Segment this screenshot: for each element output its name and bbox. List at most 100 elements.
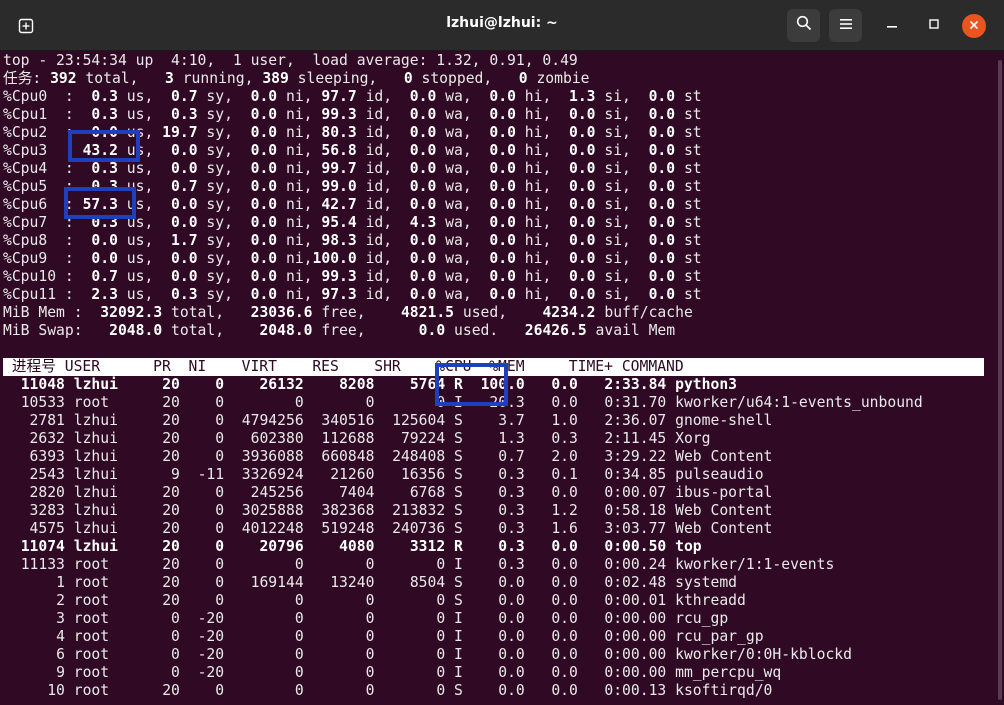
cell-command: ksoftirqd/0: [675, 682, 773, 699]
cell-shr: 213832: [392, 502, 446, 519]
cell-time: 0:00.13: [604, 682, 667, 699]
cell-ni: -11: [197, 466, 225, 483]
cell-time: 0:00.50: [604, 538, 667, 555]
cell-user: root: [73, 394, 110, 411]
cell-mem: 0.0: [551, 538, 578, 555]
cell-res: 13240: [330, 574, 375, 591]
cell-mem: 2.0: [551, 448, 578, 465]
cell-ni: 0: [215, 376, 225, 393]
cell-pr: 0: [171, 664, 180, 681]
cell-cpu: 3.7: [498, 412, 525, 429]
cell-virt: 4012248: [241, 520, 304, 537]
cell-res: 382368: [321, 502, 375, 519]
cell-user: lzhui: [73, 448, 118, 465]
cell-cpu: 0.0: [498, 574, 525, 591]
cell-mem: 0.0: [551, 682, 578, 699]
cell-pr: 20: [162, 682, 180, 699]
cell-res: 8208: [339, 376, 375, 393]
cell-shr: 0: [436, 592, 446, 609]
cell-ni: 0: [215, 574, 225, 591]
cell-pid: 2820: [29, 484, 65, 501]
terminal-window: lzhui@lzhui: ~ top - 23:54:34 up 4:10, 1…: [0, 0, 1004, 705]
cell-time: 0:34.85: [604, 466, 667, 483]
cpu-line: %Cpu7 : 0.3 us, 0.0 sy, 0.0 ni, 95.4 id,…: [3, 214, 702, 231]
cpu-lines: %Cpu0 : 0.3 us, 0.7 sy, 0.0 ni, 97.7 id,…: [3, 88, 993, 304]
cell-mem: 0.0: [551, 628, 578, 645]
cell-command: Web Content: [675, 520, 773, 537]
cell-s: R: [454, 538, 463, 555]
maximize-button[interactable]: [922, 14, 946, 38]
cell-res: 0: [365, 682, 375, 699]
menu-button[interactable]: [829, 9, 862, 42]
cell-virt: 26132: [259, 376, 304, 393]
process-row: 11074 lzhui 20 0 20796 4080 3312 R 0.3 0…: [3, 538, 993, 556]
cell-s: I: [454, 664, 463, 681]
cell-pid: 2543: [29, 466, 65, 483]
cpu-line: %Cpu5 : 0.3 us, 0.7 sy, 0.0 ni, 99.0 id,…: [3, 178, 702, 195]
process-table-body: 11048 lzhui 20 0 26132 8208 5764 R 100.0…: [3, 376, 993, 700]
cell-ni: 0: [215, 484, 225, 501]
cell-mem: 0.0: [551, 664, 578, 681]
cell-time: 0:02.48: [604, 574, 667, 591]
cpu-line: %Cpu6 : 57.3 us, 0.0 sy, 0.0 ni, 42.7 id…: [3, 196, 702, 213]
cell-time: 0:00.24: [604, 556, 667, 573]
cell-shr: 248408: [392, 448, 446, 465]
cell-user: lzhui: [73, 412, 118, 429]
process-row: 2 root 20 0 0 0 0 S 0.0 0.0 0:00.01 kthr…: [3, 592, 993, 610]
cell-res: 0: [365, 664, 375, 681]
cell-user: lzhui: [73, 538, 118, 555]
close-button[interactable]: [962, 14, 986, 38]
cell-command: python3: [675, 376, 738, 393]
cell-mem: 0.0: [551, 574, 578, 591]
cell-command: kworker/0:0H-kblockd: [675, 646, 852, 663]
cell-ni: 0: [215, 520, 225, 537]
cell-pid: 4: [56, 628, 65, 645]
cell-pid: 4575: [29, 520, 65, 537]
cell-command: systemd: [675, 574, 738, 591]
cell-command: top: [675, 538, 702, 555]
cell-s: S: [454, 592, 463, 609]
cell-cpu: 0.3: [498, 502, 525, 519]
cell-time: 0:00.00: [604, 646, 667, 663]
cell-res: 0: [365, 610, 375, 627]
cell-shr: 0: [436, 610, 446, 627]
process-row: 3283 lzhui 20 0 3025888 382368 213832 S …: [3, 502, 993, 520]
cell-s: I: [454, 556, 463, 573]
cell-cpu: 0.0: [498, 628, 525, 645]
cell-ni: 0: [215, 556, 225, 573]
cell-ni: 0: [215, 502, 225, 519]
cell-user: root: [73, 646, 110, 663]
cell-cpu: 0.0: [498, 646, 525, 663]
scrollbar-thumb[interactable]: [998, 60, 1002, 700]
cell-s: I: [454, 646, 463, 663]
minimize-button[interactable]: [880, 14, 904, 38]
cell-virt: 3025888: [241, 502, 304, 519]
cpu-line: %Cpu4 : 0.3 us, 0.0 sy, 0.0 ni, 99.7 id,…: [3, 160, 702, 177]
cell-res: 660848: [321, 448, 375, 465]
terminal-scrollbar[interactable]: [996, 52, 1004, 702]
cell-mem: 1.0: [551, 412, 578, 429]
cell-s: S: [454, 682, 463, 699]
cell-mem: 0.0: [551, 376, 578, 393]
cell-shr: 0: [436, 646, 446, 663]
tasks-line: 任务: 392 total, 3 running, 389 sleeping, …: [3, 70, 590, 87]
cell-s: S: [454, 484, 463, 501]
minimize-icon: [886, 17, 898, 35]
cell-pid: 3: [56, 610, 65, 627]
cpu6-highlight-box: [64, 187, 136, 219]
process-row: 9 root 0 -20 0 0 0 I 0.0 0.0 0:00.00 mm_…: [3, 664, 993, 682]
cell-virt: 0: [294, 556, 304, 573]
cell-virt: 4794256: [241, 412, 304, 429]
cell-time: 0:00.00: [604, 610, 667, 627]
mem-line: MiB Mem : 32092.3 total, 23036.6 free, 4…: [3, 304, 693, 321]
cell-s: S: [454, 430, 463, 447]
cell-pid: 2632: [29, 430, 65, 447]
cell-shr: 8504: [409, 574, 446, 591]
cell-user: root: [73, 628, 110, 645]
search-icon: [796, 15, 812, 36]
cpu-line: %Cpu8 : 0.0 us, 1.7 sy, 0.0 ni, 98.3 id,…: [3, 232, 702, 249]
cell-command: Xorg: [675, 430, 711, 447]
search-button[interactable]: [787, 9, 820, 42]
cell-res: 7404: [339, 484, 375, 501]
